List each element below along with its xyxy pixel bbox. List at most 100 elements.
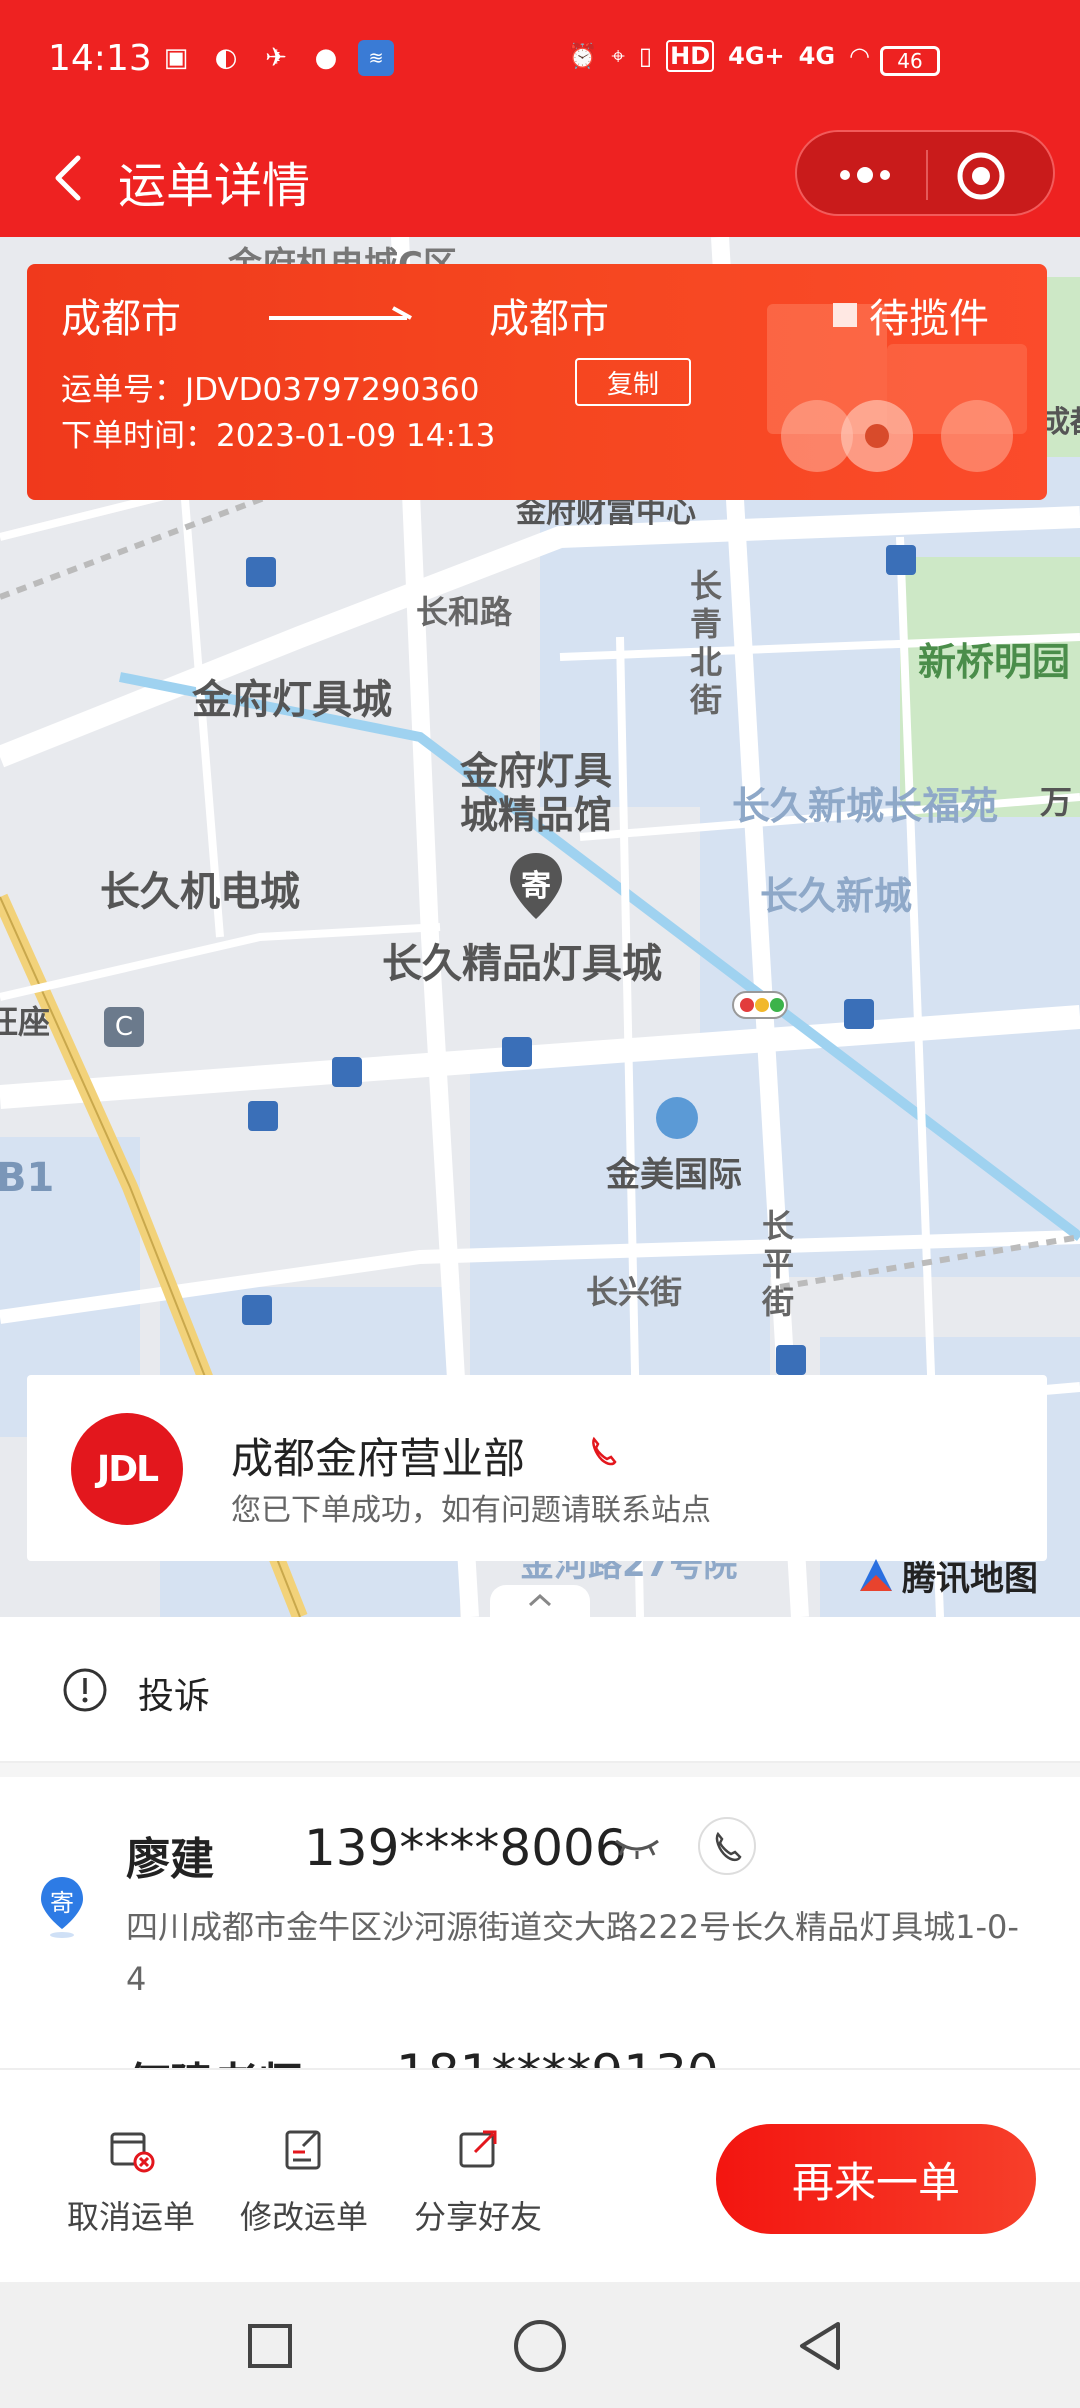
phone-icon[interactable] xyxy=(583,1431,623,1471)
receiver-phone: 181****9130 xyxy=(396,2044,719,2070)
wifi-app-icon: ≋ xyxy=(358,40,394,76)
station-c-icon: C xyxy=(104,1007,144,1047)
system-status-icons: ⏰ ⌖ ▯ HD 4G+ 4G ◠ xyxy=(567,40,870,72)
sender-name: 廖建 xyxy=(126,1834,214,1885)
map-provider-label: 腾讯地图 xyxy=(902,1558,1038,1599)
status-square-icon xyxy=(833,303,857,327)
cancel-order-button[interactable]: 取消运单 xyxy=(56,2124,206,2238)
order-status: 待揽件 xyxy=(833,286,989,344)
app-notification-icon: ▣ xyxy=(163,43,189,73)
map-label-changfu: 长久新城长福苑 xyxy=(732,784,999,828)
location-icon: ⌖ xyxy=(611,42,625,70)
map-label-changqing: 长青北街 xyxy=(690,567,723,719)
back-arrow-icon[interactable] xyxy=(40,148,100,208)
signal-4gplus: 4G+ xyxy=(728,42,785,70)
recent-apps-icon[interactable] xyxy=(240,2316,300,2376)
status-bar: 14:13 ▣ ◐ ✈ ● ≋ ⏰ ⌖ ▯ HD 4G+ 4G ◠ 46 xyxy=(0,0,1080,120)
hd-badge: HD xyxy=(666,40,715,72)
miniapp-capsule xyxy=(795,130,1055,216)
destination-city: 成都市 xyxy=(489,296,609,342)
message-icon: ● xyxy=(314,43,338,73)
battery-icon: 46 xyxy=(880,46,940,76)
capsule-divider xyxy=(926,150,928,200)
send-pin[interactable]: 寄 xyxy=(508,851,564,921)
traffic-light-icon xyxy=(732,991,788,1019)
modify-order-button[interactable]: 修改运单 xyxy=(229,2124,379,2238)
complain-row[interactable]: 投诉 xyxy=(0,1617,1080,1763)
share-label: 分享好友 xyxy=(413,2198,542,2236)
back-triangle-icon[interactable] xyxy=(790,2316,850,2376)
bottom-action-bar: 取消运单 修改运单 分享好友 再来一单 xyxy=(0,2068,1080,2282)
nav-header: 运单详情 xyxy=(0,120,1080,237)
chevron-up-icon xyxy=(528,1593,552,1607)
branch-name: 成都金府营业部 xyxy=(231,1434,526,1483)
map-label-b1: B1 xyxy=(0,1155,55,1201)
copy-button[interactable]: 复制 xyxy=(575,358,691,406)
map-label-changjiu-mech: 长久机电城 xyxy=(100,869,300,915)
branch-message: 您已下单成功，如有问题请联系站点 xyxy=(231,1493,711,1528)
sender-phone: 139****8006 xyxy=(304,1819,627,1877)
modify-order-label: 修改运单 xyxy=(239,2198,368,2236)
map-label-jinfu-boutique: 金府灯具城精品馆 xyxy=(459,749,612,837)
reorder-button[interactable]: 再来一单 xyxy=(716,2124,1036,2234)
building-poi-icon xyxy=(656,1097,698,1139)
bus-stop-icon xyxy=(248,1101,278,1131)
route-arrow-icon xyxy=(269,306,412,320)
battery-level: 46 xyxy=(897,49,923,73)
alert-circle-icon xyxy=(63,1668,107,1712)
map-label-changjiu-newcity: 长久新城 xyxy=(760,874,913,918)
alarm-icon: ⏰ xyxy=(567,42,598,70)
vibrate-icon: ▯ xyxy=(638,42,653,70)
receiver-row-partial: 何建老师 181****9130 xyxy=(0,2040,1080,2070)
cancel-order-label: 取消运单 xyxy=(66,2198,195,2236)
wechat-icon: ◐ xyxy=(214,43,238,73)
bus-stop-icon xyxy=(242,1295,272,1325)
home-icon[interactable] xyxy=(510,2316,570,2376)
map-label-wangzuo: 旺座 xyxy=(0,1003,51,1041)
sender-address: 四川成都市金牛区沙河源街道交大路222号长久精品灯具城1-0-4 xyxy=(126,1908,1019,1998)
bus-stop-icon xyxy=(776,1345,806,1375)
bus-stop-icon xyxy=(844,999,874,1029)
tencent-map-logo-icon xyxy=(860,1559,892,1591)
send-pin-label: 寄 xyxy=(521,869,551,904)
map-label-changhe-road: 长和路 xyxy=(416,593,513,631)
bird-icon: ✈ xyxy=(265,43,287,73)
sender-info: 寄 廖建 139****8006 四川成都市金牛区沙河源街道交大路222号长久精… xyxy=(0,1777,1080,2067)
order-summary-card: 成都市 成都市 待揽件 运单号：JDVD03797290360 复制 下单时间：… xyxy=(27,264,1047,500)
branch-card[interactable]: JDL 成都金府营业部 您已下单成功，如有问题请联系站点 xyxy=(27,1375,1047,1561)
waybill-number: 运单号：JDVD03797290360 xyxy=(61,364,480,409)
signal-4g: 4G xyxy=(798,42,836,70)
sender-pin: 寄 xyxy=(38,1875,86,1939)
wifi-icon: ◠ xyxy=(849,42,870,70)
complain-label: 投诉 xyxy=(138,1676,211,1717)
waybill-value: JDVD03797290360 xyxy=(185,372,480,408)
receiver-name: 何建老师 xyxy=(126,2048,302,2070)
section-divider xyxy=(0,1763,1080,1777)
order-time-label: 下单时间： xyxy=(61,418,216,454)
waybill-label: 运单号： xyxy=(61,372,185,408)
eye-closed-icon[interactable] xyxy=(612,1833,662,1863)
order-status-text: 待揽件 xyxy=(869,296,989,342)
sender-pin-label: 寄 xyxy=(50,1889,74,1917)
map-label-jinfu-lamp: 金府灯具城 xyxy=(192,677,392,723)
more-dots-icon[interactable] xyxy=(825,152,905,198)
map-label-wan: 万 xyxy=(1040,783,1073,821)
bus-stop-icon xyxy=(886,545,916,575)
top-bar: 14:13 ▣ ◐ ✈ ● ≋ ⏰ ⌖ ▯ HD 4G+ 4G ◠ 46 运单详… xyxy=(0,0,1080,237)
share-icon xyxy=(459,2130,497,2168)
phone-icon xyxy=(715,1831,742,1862)
notification-icons: ▣ ◐ ✈ ● ≋ xyxy=(158,40,394,76)
share-button[interactable]: 分享好友 xyxy=(403,2124,553,2238)
close-target-icon[interactable] xyxy=(955,150,1007,202)
origin-city: 成都市 xyxy=(61,296,181,342)
map-label-changjiu-lamp: 长久精品灯具城 xyxy=(382,941,662,987)
sheet-handle[interactable] xyxy=(490,1585,590,1617)
jdl-logo: JDL xyxy=(71,1413,183,1525)
bus-stop-icon xyxy=(502,1037,532,1067)
system-nav-bar xyxy=(0,2282,1080,2408)
order-time-value: 2023-01-09 14:13 xyxy=(216,418,496,454)
page-title: 运单详情 xyxy=(118,158,311,214)
map-label-jinmei: 金美国际 xyxy=(606,1155,742,1195)
map-label-changping: 长平街 xyxy=(762,1207,795,1321)
call-sender-button[interactable] xyxy=(698,1817,756,1875)
